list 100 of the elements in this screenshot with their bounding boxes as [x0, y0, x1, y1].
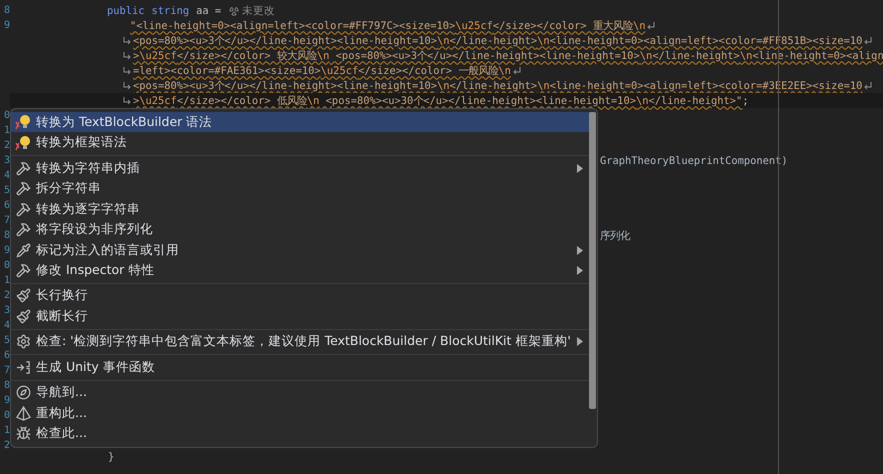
line-number: 8 — [4, 4, 10, 18]
line-number: 3 — [4, 154, 10, 168]
menu-item[interactable]: 截断长行 — [11, 306, 591, 327]
string-literal: <line-height=0><align=left><color=#FF851B><size=10 — [550, 34, 862, 46]
string-literal: <line-height=0><align — [752, 50, 883, 62]
string-literal: > — [133, 94, 140, 106]
escape-sequence: \n — [437, 80, 450, 92]
soft-wrap-icon — [864, 36, 872, 45]
line-number: 4 — [4, 169, 10, 183]
string-literal: </size></color> 较大风险 — [176, 48, 317, 62]
line-number: 8 — [4, 379, 10, 393]
brush-icon — [16, 288, 30, 304]
bug-icon — [16, 426, 30, 442]
line-number: 1 — [4, 124, 10, 138]
soft-wrap-icon — [864, 81, 872, 90]
escape-sequence: \n — [636, 94, 648, 106]
line-number: 6 — [4, 349, 10, 363]
menu-item[interactable]: 标记为注入的语言或引用 — [11, 240, 591, 260]
line-number: 1 — [4, 274, 10, 288]
lightbulb-icon — [15, 134, 31, 151]
radiation-icon — [229, 6, 240, 16]
escape-sequence: \n — [437, 34, 450, 46]
line-number: 9 — [4, 244, 10, 258]
menu-item[interactable]: 导航到... — [11, 382, 591, 403]
line-number: 7 — [4, 364, 10, 378]
code-keyword: public — [107, 4, 145, 16]
escape-sequence: \n — [498, 64, 511, 76]
line-number: 7 — [4, 214, 10, 228]
menu-item[interactable]: 修改 Inspector 特性 — [11, 260, 591, 281]
string-literal: <pos=80%><u>3个</u></line-height><line-height=10> — [133, 34, 438, 48]
escape-sequence: \n — [306, 94, 320, 106]
code-brace: } — [108, 451, 114, 463]
hammer-icon — [16, 160, 30, 176]
string-literal: <pos=80%><u>30个</u></line-height><line-height=10> — [324, 94, 636, 108]
escape-sequence: \u25cf — [455, 20, 493, 32]
string-literal: </line-height>" — [648, 94, 742, 106]
menu-item[interactable]: 检查: '检测到字符串中包含富文本标签，建议使用 TextBlockBuilder / BlockUtilKit 框架重构' — [11, 332, 591, 352]
string-literal: </size></color> 低风险 — [176, 94, 307, 108]
hammer-icon — [16, 181, 30, 196]
line-number: 2 — [4, 439, 10, 453]
code-hint: 未更改 — [242, 4, 276, 18]
wrap-continuation-icon — [123, 66, 131, 75]
menu-item[interactable]: 拆分字符串 — [11, 178, 591, 199]
escape-sequence: \n — [640, 50, 652, 62]
line-number: 4 — [4, 319, 10, 333]
hammer-icon — [16, 202, 30, 217]
line-number: 8 — [4, 229, 10, 243]
wrap-continuation-icon — [123, 96, 131, 105]
line-number: 9 — [4, 19, 10, 33]
escape-sequence: \n — [537, 34, 550, 46]
pyramid-icon — [16, 406, 30, 421]
line-number: 1 — [4, 424, 10, 438]
brush-icon — [16, 308, 30, 324]
line-number: 9 — [4, 394, 10, 408]
code-identifier: aa = — [196, 4, 222, 16]
wrap-continuation-icon — [123, 81, 131, 90]
string-literal: <line-height=0><align=left><color=#3EE2EE><size=10 — [550, 80, 862, 92]
escape-sequence: \u25cf — [320, 64, 358, 76]
wrap-continuation-icon — [123, 36, 131, 45]
escape-sequence: \u25cf — [139, 50, 177, 62]
menu-item[interactable]: 检查此... — [11, 423, 591, 444]
string-literal: </size></color> 一般风险 — [358, 64, 498, 78]
menu-item[interactable]: 将字段设为非序列化 — [11, 219, 591, 240]
escape-sequence: \n — [740, 50, 752, 62]
menu-item[interactable]: 转换为字符串内插 — [11, 158, 591, 178]
escape-sequence: \n — [537, 80, 550, 92]
scrollbar-thumb[interactable] — [589, 112, 596, 409]
string-literal: "<line-height=0><align=left><color=#FF797C><size=10> — [130, 20, 456, 32]
compass-icon — [16, 385, 30, 400]
line-number: 2 — [4, 139, 10, 153]
string-literal: > — [133, 50, 140, 62]
wrap-continuation-icon — [123, 51, 131, 60]
line-number: 5 — [4, 334, 10, 348]
string-literal: </size></color> 重大风险 — [492, 18, 633, 32]
menu-item[interactable]: 长行换行 — [11, 286, 591, 306]
menu-item[interactable]: 生成 Unity 事件函数 — [11, 357, 591, 378]
soft-wrap-icon — [512, 66, 521, 75]
string-literal: <pos=80%><u>3个</u></line-height><line-height=10> — [334, 48, 640, 62]
string-literal: </line-height> — [450, 34, 538, 46]
line-number: 5 — [4, 184, 10, 198]
escape-sequence: \n — [316, 50, 330, 62]
menu-item[interactable]: 重构此... — [11, 402, 591, 424]
line-number: 0 — [4, 409, 10, 423]
menu-item[interactable]: 转换为逐字字符串 — [11, 198, 591, 220]
escape-sequence: \u25cf — [139, 94, 177, 106]
menu-item[interactable]: 转换为框架语法 — [11, 132, 591, 153]
settings-icon — [16, 334, 30, 350]
code-punctuation: ; — [742, 94, 749, 106]
string-literal: <pos=80%><u>3个</u></line-height><line-height=10> — [133, 78, 438, 92]
string-literal: =left><color=#FAE361><size=10> — [133, 64, 321, 76]
code-text: GraphTheoryBlueprintComponent) — [600, 155, 788, 167]
string-literal: </line-height> — [652, 50, 740, 62]
hammer-icon — [16, 222, 30, 238]
code-text: 序列化 — [600, 230, 630, 242]
line-number: 0 — [4, 259, 10, 273]
hammer-icon — [16, 263, 30, 278]
pipette-icon — [16, 242, 30, 258]
line-number: 0 — [4, 109, 10, 123]
lightbulb-icon — [15, 114, 31, 130]
menu-item[interactable]: 转换为 TextBlockBuilder 语法 — [11, 112, 591, 132]
